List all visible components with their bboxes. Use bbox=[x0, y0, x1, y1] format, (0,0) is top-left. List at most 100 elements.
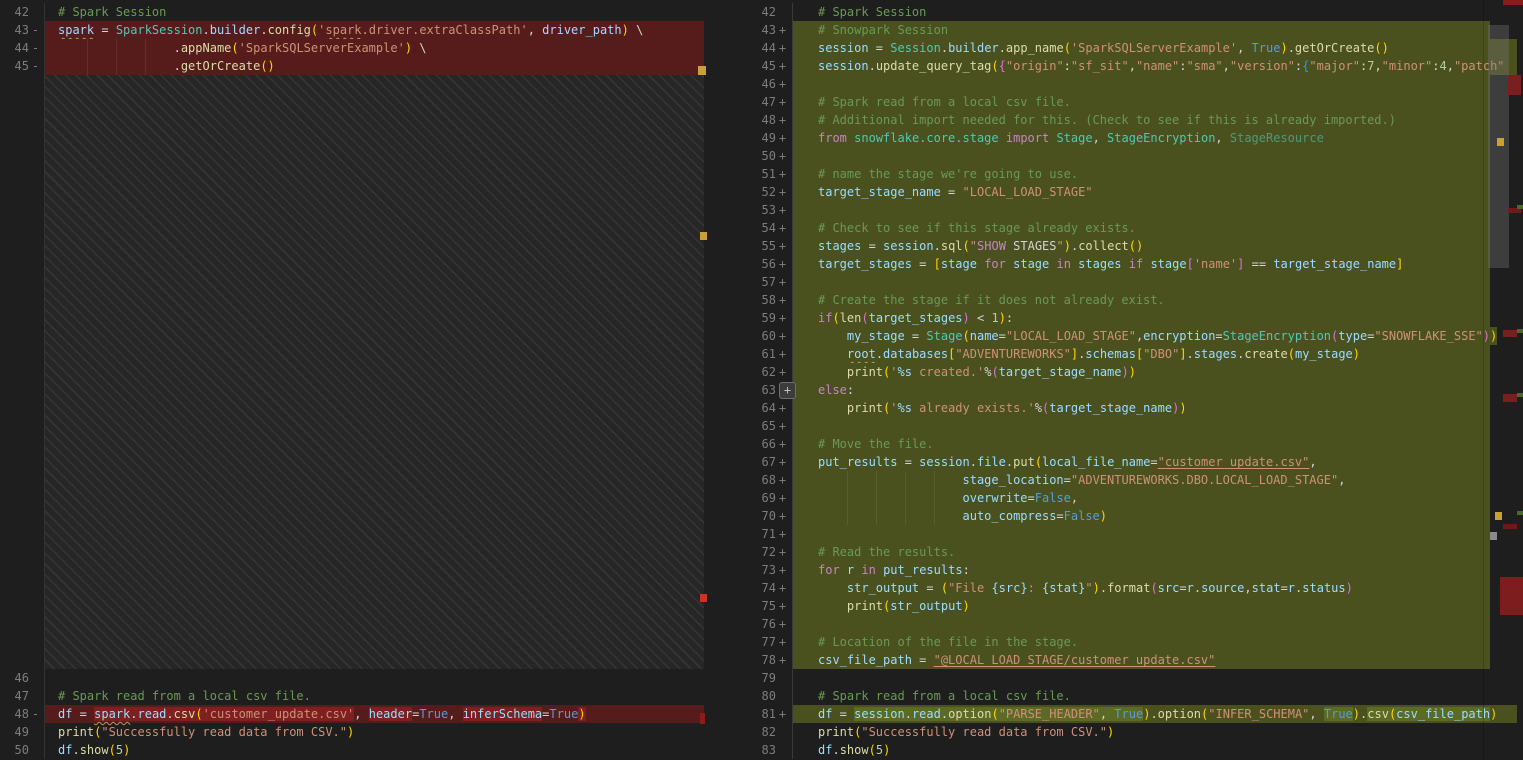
code-line[interactable]: 48-df = spark.read.csv('customer_update.… bbox=[0, 705, 710, 723]
code-line[interactable]: 48+# Additional import needed for this. … bbox=[710, 111, 1523, 129]
line-gutter[interactable]: 62+ bbox=[710, 363, 793, 381]
line-gutter[interactable]: 74+ bbox=[710, 579, 793, 597]
code-text[interactable]: if(len(target_stages) < 1): bbox=[793, 309, 1490, 327]
code-line[interactable]: 42# Spark Session bbox=[0, 3, 710, 21]
line-number[interactable]: 62 bbox=[710, 363, 776, 381]
line-gutter[interactable]: 79 bbox=[710, 669, 793, 687]
code-line[interactable]: 80# Spark read from a local csv file. bbox=[710, 687, 1523, 705]
line-gutter[interactable]: 63+ bbox=[710, 381, 793, 399]
scrollbar-thumb[interactable] bbox=[1488, 25, 1509, 268]
code-line[interactable]: 76+ bbox=[710, 615, 1523, 633]
line-number[interactable]: 56 bbox=[710, 255, 776, 273]
line-gutter[interactable]: 58+ bbox=[710, 291, 793, 309]
line-gutter[interactable]: 64+ bbox=[710, 399, 793, 417]
line-number[interactable]: 54 bbox=[710, 219, 776, 237]
line-number[interactable]: 43 bbox=[710, 21, 776, 39]
code-line[interactable]: 47# Spark read from a local csv file. bbox=[0, 687, 710, 705]
line-gutter[interactable]: 70+ bbox=[710, 507, 793, 525]
code-text[interactable]: print('%s created.'%(target_stage_name)) bbox=[793, 363, 1490, 381]
line-gutter[interactable]: 44+ bbox=[710, 39, 793, 57]
code-line[interactable]: 64+ print('%s already exists.'%(target_s… bbox=[710, 399, 1523, 417]
line-gutter[interactable]: 60+ bbox=[710, 327, 793, 345]
code-text[interactable]: spark = SparkSession.builder.config('spa… bbox=[45, 21, 704, 39]
code-line[interactable]: 74+ str_output = ("File {src}: {stat}").… bbox=[710, 579, 1523, 597]
line-number[interactable]: 51 bbox=[710, 165, 776, 183]
line-gutter[interactable]: 48+ bbox=[710, 111, 793, 129]
line-gutter[interactable]: 80 bbox=[710, 687, 793, 705]
line-number[interactable]: 65 bbox=[710, 417, 776, 435]
code-text[interactable] bbox=[793, 201, 1490, 219]
line-number[interactable]: 42 bbox=[710, 3, 776, 21]
code-line[interactable]: 43+# Snowpark Session bbox=[710, 21, 1523, 39]
line-number[interactable]: 71 bbox=[710, 525, 776, 543]
code-text[interactable]: # Move the file. bbox=[793, 435, 1490, 453]
line-gutter[interactable]: 44- bbox=[0, 39, 45, 57]
line-gutter[interactable]: 47+ bbox=[710, 93, 793, 111]
code-line[interactable]: 53+ bbox=[710, 201, 1523, 219]
line-gutter[interactable]: 47 bbox=[0, 687, 45, 705]
code-text[interactable]: print(str_output) bbox=[793, 597, 1490, 615]
code-line[interactable]: 50+ bbox=[710, 147, 1523, 165]
code-text[interactable]: # Snowpark Session bbox=[793, 21, 1490, 39]
code-line[interactable]: 59+if(len(target_stages) < 1): bbox=[710, 309, 1523, 327]
code-text[interactable]: my_stage = Stage(name="LOCAL_LOAD_STAGE"… bbox=[793, 327, 1497, 345]
code-line[interactable]: 83df.show(5) bbox=[710, 741, 1523, 759]
code-text[interactable]: # Spark read from a local csv file. bbox=[45, 687, 704, 705]
line-gutter[interactable]: 59+ bbox=[710, 309, 793, 327]
code-text[interactable]: target_stages = [stage for stage in stag… bbox=[793, 255, 1490, 273]
line-gutter[interactable]: 78+ bbox=[710, 651, 793, 669]
code-text[interactable]: csv_file_path = "@LOCAL_LOAD_STAGE/custo… bbox=[793, 651, 1490, 669]
code-text[interactable]: stages = session.sql("SHOW STAGES").coll… bbox=[793, 237, 1490, 255]
line-number[interactable]: 79 bbox=[710, 669, 776, 687]
line-number[interactable]: 61 bbox=[710, 345, 776, 363]
line-gutter[interactable]: 61+ bbox=[710, 345, 793, 363]
line-gutter[interactable]: 42 bbox=[0, 3, 45, 21]
line-gutter[interactable]: 45- bbox=[0, 57, 45, 75]
line-number[interactable]: 45 bbox=[710, 57, 776, 75]
code-line[interactable]: 73+for r in put_results: bbox=[710, 561, 1523, 579]
line-number[interactable]: 52 bbox=[710, 183, 776, 201]
code-text[interactable]: # Spark Session bbox=[45, 3, 704, 21]
line-gutter[interactable]: 49 bbox=[0, 723, 45, 741]
line-number[interactable]: 50 bbox=[0, 741, 29, 759]
code-text[interactable] bbox=[793, 147, 1490, 165]
line-number[interactable]: 48 bbox=[710, 111, 776, 129]
line-gutter[interactable]: 66+ bbox=[710, 435, 793, 453]
code-line[interactable]: 45- .getOrCreate() bbox=[0, 57, 710, 75]
code-line[interactable]: 65+ bbox=[710, 417, 1523, 435]
line-number[interactable]: 69 bbox=[710, 489, 776, 507]
code-text[interactable]: from snowflake.core.stage import Stage, … bbox=[793, 129, 1490, 147]
line-gutter[interactable]: 72+ bbox=[710, 543, 793, 561]
line-gutter[interactable]: 83 bbox=[710, 741, 793, 759]
line-number[interactable]: 68 bbox=[710, 471, 776, 489]
code-line[interactable]: 63+else: bbox=[710, 381, 1523, 399]
code-line[interactable]: 58+# Create the stage if it does not alr… bbox=[710, 291, 1523, 309]
line-gutter[interactable]: 43- bbox=[0, 21, 45, 39]
code-text[interactable]: # Read the results. bbox=[793, 543, 1490, 561]
line-number[interactable]: 44 bbox=[0, 39, 29, 57]
code-text[interactable] bbox=[793, 615, 1490, 633]
line-number[interactable]: 60 bbox=[710, 327, 776, 345]
line-number[interactable]: 64 bbox=[710, 399, 776, 417]
code-text[interactable]: print("Successfully read data from CSV."… bbox=[793, 723, 1490, 741]
code-line[interactable]: 52+target_stage_name = "LOCAL_LOAD_STAGE… bbox=[710, 183, 1523, 201]
code-line[interactable]: 43-spark = SparkSession.builder.config('… bbox=[0, 21, 710, 39]
line-number[interactable]: 43 bbox=[0, 21, 29, 39]
line-gutter[interactable]: 65+ bbox=[710, 417, 793, 435]
line-gutter[interactable]: 77+ bbox=[710, 633, 793, 651]
line-number[interactable]: 49 bbox=[0, 723, 29, 741]
code-line[interactable]: 81+df = session.read.option("PARSE_HEADE… bbox=[710, 705, 1523, 723]
code-text[interactable]: df = spark.read.csv('customer_update.csv… bbox=[45, 705, 704, 723]
line-number[interactable]: 83 bbox=[710, 741, 776, 759]
code-text[interactable]: print("Successfully read data from CSV."… bbox=[45, 723, 704, 741]
code-text[interactable]: str_output = ("File {src}: {stat}").form… bbox=[793, 579, 1490, 597]
code-line[interactable]: 57+ bbox=[710, 273, 1523, 291]
line-gutter[interactable]: 51+ bbox=[710, 165, 793, 183]
line-gutter[interactable]: 49+ bbox=[710, 129, 793, 147]
code-text[interactable]: .getOrCreate() bbox=[45, 57, 704, 75]
line-gutter[interactable]: 68+ bbox=[710, 471, 793, 489]
code-text[interactable]: print('%s already exists.'%(target_stage… bbox=[793, 399, 1490, 417]
line-number[interactable]: 78 bbox=[710, 651, 776, 669]
line-gutter[interactable]: 81+ bbox=[710, 705, 793, 723]
code-line[interactable]: 69+ overwrite=False, bbox=[710, 489, 1523, 507]
